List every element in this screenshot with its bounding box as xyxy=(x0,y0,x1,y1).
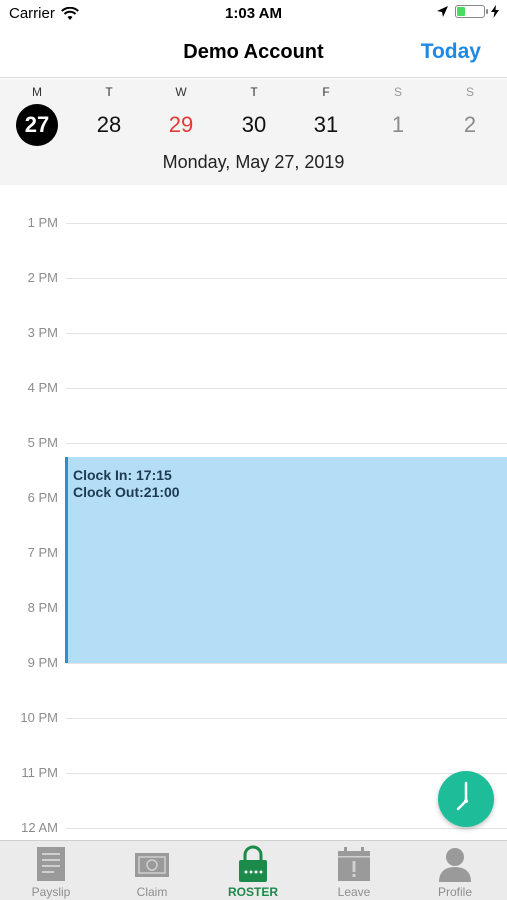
day-number[interactable]: 28 xyxy=(88,104,130,146)
hour-gridline xyxy=(66,718,507,719)
profile-icon xyxy=(439,848,471,882)
charging-bolt-icon xyxy=(491,5,499,18)
hour-label: 5 PM xyxy=(27,435,58,450)
clock-fab-button[interactable] xyxy=(438,771,494,827)
battery-level xyxy=(457,7,466,16)
day-thursday[interactable]: T 30 xyxy=(224,79,284,151)
hour-label: 1 PM xyxy=(27,215,58,230)
clock-out-label: Clock Out:21:00 xyxy=(73,484,180,500)
day-saturday[interactable]: S 1 xyxy=(368,79,428,151)
day-letter: M xyxy=(32,85,42,99)
day-number-today[interactable]: 29 xyxy=(160,104,202,146)
tab-roster[interactable]: ROSTER xyxy=(203,841,303,900)
hour-label: 8 PM xyxy=(27,600,58,615)
tab-label: ROSTER xyxy=(227,885,278,899)
hour-gridline xyxy=(66,828,507,829)
week-strip: M 27 T 28 W 29 T 30 F 31 S 1 S 2 Monday,… xyxy=(0,79,507,185)
day-timeline[interactable]: 1 PM 2 PM 3 PM 4 PM 5 PM 6 PM 7 PM 8 PM … xyxy=(0,185,507,840)
day-letter: W xyxy=(175,85,187,99)
hour-label: 6 PM xyxy=(27,490,58,505)
hour-row: 2 PM xyxy=(0,270,507,285)
day-letter: T xyxy=(250,85,258,99)
day-number-weekend[interactable]: 1 xyxy=(377,104,419,146)
day-letter: T xyxy=(105,85,113,99)
hour-label: 3 PM xyxy=(27,325,58,340)
day-letter: S xyxy=(393,85,402,99)
status-right xyxy=(436,5,499,18)
hour-label: 12 AM xyxy=(21,820,58,835)
selected-date-label: Monday, May 27, 2019 xyxy=(162,152,345,172)
hour-row: 4 PM xyxy=(0,380,507,395)
hour-label: 4 PM xyxy=(27,380,58,395)
hour-row: 1 PM xyxy=(0,215,507,230)
leave-icon xyxy=(338,847,370,881)
day-number[interactable]: 30 xyxy=(233,104,275,146)
hour-gridline xyxy=(66,443,507,444)
hour-row: 11 PM xyxy=(0,765,507,780)
roster-shift-event[interactable]: Clock In: 17:15 Clock Out:21:00 xyxy=(65,457,507,663)
hour-label: 9 PM xyxy=(27,655,58,670)
day-number[interactable]: 31 xyxy=(305,104,347,146)
tab-label: Payslip xyxy=(31,885,71,899)
roster-icon xyxy=(239,845,267,882)
day-number-weekend[interactable]: 2 xyxy=(449,104,491,146)
hour-label: 11 PM xyxy=(21,765,58,780)
battery-icon xyxy=(455,5,488,18)
day-number-selected[interactable]: 27 xyxy=(16,104,58,146)
tab-label: Profile xyxy=(437,885,472,899)
day-monday[interactable]: M 27 xyxy=(7,79,67,151)
day-sunday[interactable]: S 2 xyxy=(440,79,500,151)
tab-bar: Payslip Claim ROSTER Leave Profile xyxy=(0,840,507,900)
location-arrow-icon xyxy=(437,6,448,17)
payslip-icon xyxy=(37,847,65,881)
event-details: Clock In: 17:15 Clock Out:21:00 xyxy=(73,467,180,501)
hour-label: 2 PM xyxy=(27,270,58,285)
hour-row: 9 PM xyxy=(0,655,507,670)
status-time: 1:03 AM xyxy=(225,5,282,22)
hour-gridline xyxy=(66,278,507,279)
tab-claim[interactable]: Claim xyxy=(102,841,202,900)
hour-gridline xyxy=(66,223,507,224)
hour-row: 3 PM xyxy=(0,325,507,340)
day-letter: F xyxy=(322,85,330,99)
clock-icon xyxy=(456,781,468,811)
today-button[interactable]: Today xyxy=(421,40,481,64)
hour-row: 12 AM xyxy=(0,820,507,835)
day-tuesday[interactable]: T 28 xyxy=(79,79,139,151)
hour-gridline xyxy=(66,388,507,389)
clock-in-label: Clock In: 17:15 xyxy=(73,467,172,483)
day-wednesday[interactable]: W 29 xyxy=(151,79,211,151)
hour-label: 10 PM xyxy=(20,710,58,725)
status-bar: Carrier 1:03 AM xyxy=(0,0,507,28)
day-friday[interactable]: F 31 xyxy=(296,79,356,151)
tab-payslip[interactable]: Payslip xyxy=(1,841,101,900)
tab-leave[interactable]: Leave xyxy=(304,841,404,900)
day-letter: S xyxy=(465,85,474,99)
hour-gridline xyxy=(66,663,507,664)
nav-bar: Demo Account Today xyxy=(0,28,507,78)
hour-label: 7 PM xyxy=(27,545,58,560)
tab-label: Leave xyxy=(337,885,371,899)
hour-row: 5 PM xyxy=(0,435,507,450)
tab-profile[interactable]: Profile xyxy=(405,841,505,900)
hour-gridline xyxy=(66,333,507,334)
tab-label: Claim xyxy=(136,885,168,899)
hour-row: 10 PM xyxy=(0,710,507,725)
claim-icon xyxy=(135,853,169,877)
